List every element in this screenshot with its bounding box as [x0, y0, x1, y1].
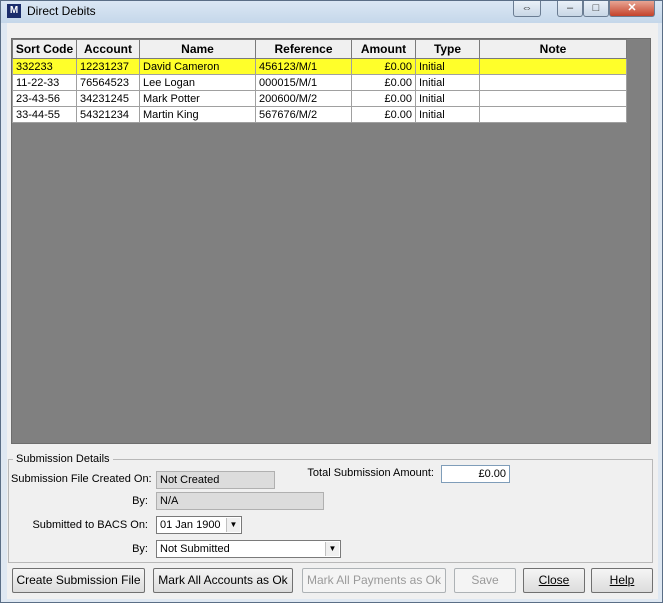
submission-details-legend: Submission Details [16, 453, 110, 465]
cell-note[interactable] [479, 106, 627, 123]
cell-account[interactable]: 76564523 [76, 74, 140, 91]
table-row[interactable]: 33-44-55 54321234 Martin King 567676/M/2… [12, 106, 627, 123]
created-by-field: N/A [156, 492, 324, 510]
direct-debits-table: Sort Code Account Name Reference Amount … [12, 39, 627, 123]
mark-all-accounts-ok-button[interactable]: Mark All Accounts as Ok [153, 568, 293, 593]
bacs-date-value: 01 Jan 1900 [160, 519, 221, 531]
total-amount-field[interactable]: £0.00 [441, 465, 510, 483]
cell-name[interactable]: Lee Logan [139, 74, 256, 91]
column-header-note[interactable]: Note [479, 39, 627, 59]
cell-type[interactable]: Initial [415, 74, 480, 91]
cell-amount[interactable]: £0.00 [351, 90, 416, 107]
title-bar[interactable]: M Direct Debits ⇔ – □ ✕ [1, 1, 662, 23]
cell-type[interactable]: Initial [415, 90, 480, 107]
close-button[interactable]: Close [523, 568, 585, 593]
help-button[interactable]: Help [591, 568, 653, 593]
direct-debits-window: M Direct Debits ⇔ – □ ✕ Sort Code Accoun… [0, 0, 663, 603]
cell-note[interactable] [479, 74, 627, 91]
chevron-down-icon[interactable]: ▼ [325, 542, 339, 556]
column-header-sort-code[interactable]: Sort Code [12, 39, 77, 59]
maximize-button[interactable]: □ [583, 1, 609, 17]
cell-reference[interactable]: 567676/M/2 [255, 106, 352, 123]
mark-all-payments-ok-button[interactable]: Mark All Payments as Ok [302, 568, 446, 593]
cell-sort-code[interactable]: 332233 [12, 58, 77, 75]
cell-reference[interactable]: 200600/M/2 [255, 90, 352, 107]
cell-account[interactable]: 34231245 [76, 90, 140, 107]
close-window-button[interactable]: ✕ [609, 1, 655, 17]
cell-reference[interactable]: 456123/M/1 [255, 58, 352, 75]
resize-icon[interactable]: ⇔ [513, 1, 541, 17]
column-header-amount[interactable]: Amount [351, 39, 416, 59]
cell-amount[interactable]: £0.00 [351, 58, 416, 75]
cell-reference[interactable]: 000015/M/1 [255, 74, 352, 91]
total-amount-label: Total Submission Amount: [307, 467, 434, 479]
column-header-type[interactable]: Type [415, 39, 480, 59]
table-row[interactable]: 332233 12231237 David Cameron 456123/M/1… [12, 58, 627, 75]
cell-type[interactable]: Initial [415, 58, 480, 75]
column-header-reference[interactable]: Reference [255, 39, 352, 59]
minimize-button[interactable]: – [557, 1, 583, 17]
created-by-label: By: [132, 495, 148, 507]
app-logo-icon: M [7, 4, 21, 18]
table-row[interactable]: 23-43-56 34231245 Mark Potter 200600/M/2… [12, 90, 627, 107]
submitted-by-select[interactable]: Not Submitted ▼ [156, 540, 341, 558]
cell-note[interactable] [479, 90, 627, 107]
cell-type[interactable]: Initial [415, 106, 480, 123]
bacs-date-label: Submitted to BACS On: [32, 519, 148, 531]
submitted-by-label: By: [132, 543, 148, 555]
file-created-label: Submission File Created On: [11, 473, 152, 485]
cell-name[interactable]: Martin King [139, 106, 256, 123]
cell-account[interactable]: 12231237 [76, 58, 140, 75]
column-header-account[interactable]: Account [76, 39, 140, 59]
cell-sort-code[interactable]: 33-44-55 [12, 106, 77, 123]
cell-sort-code[interactable]: 11-22-33 [12, 74, 77, 91]
header-row: Sort Code Account Name Reference Amount … [12, 39, 627, 59]
client-area: Sort Code Account Name Reference Amount … [7, 23, 658, 599]
create-submission-file-button[interactable]: Create Submission File [12, 568, 145, 593]
cell-name[interactable]: Mark Potter [139, 90, 256, 107]
save-button[interactable]: Save [454, 568, 516, 593]
direct-debits-grid[interactable]: Sort Code Account Name Reference Amount … [11, 38, 651, 444]
cell-account[interactable]: 54321234 [76, 106, 140, 123]
chevron-down-icon[interactable]: ▼ [226, 518, 240, 532]
bacs-date-picker[interactable]: 01 Jan 1900 ▼ [156, 516, 242, 534]
cell-note[interactable] [479, 58, 627, 75]
cell-name[interactable]: David Cameron [139, 58, 256, 75]
cell-amount[interactable]: £0.00 [351, 106, 416, 123]
table-row[interactable]: 11-22-33 76564523 Lee Logan 000015/M/1 £… [12, 74, 627, 91]
cell-amount[interactable]: £0.00 [351, 74, 416, 91]
window-title: Direct Debits [27, 4, 96, 18]
column-header-name[interactable]: Name [139, 39, 256, 59]
cell-sort-code[interactable]: 23-43-56 [12, 90, 77, 107]
submitted-by-value: Not Submitted [160, 543, 230, 555]
